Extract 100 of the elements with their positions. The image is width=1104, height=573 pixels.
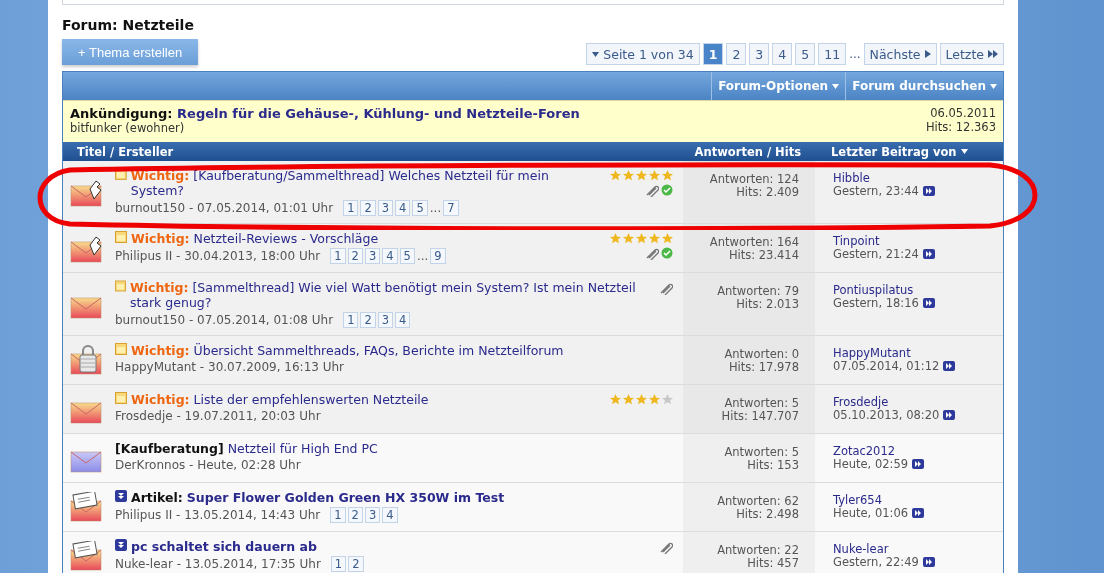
go-to-post-icon[interactable] [922, 249, 935, 259]
thread-title-link[interactable]: Artikel: Super Flower Golden Green HX 350W im Test [131, 490, 505, 505]
thread-title-link[interactable]: Wichtig: Netzteil-Reviews - Vorschläge [131, 231, 379, 246]
page-link[interactable]: 3 [364, 507, 381, 523]
star-icon [610, 394, 621, 405]
page-link[interactable]: 2 [726, 43, 747, 65]
star-icon [636, 170, 647, 181]
last-poster-link[interactable]: Pontiuspilatus [833, 284, 1003, 297]
reply-count: Antworten: 0 [723, 348, 799, 361]
page-link[interactable]: 11 [818, 43, 847, 65]
go-to-post-icon[interactable] [922, 298, 935, 308]
page-link[interactable]: 5 [399, 248, 415, 264]
go-to-post-icon[interactable] [912, 459, 925, 469]
reply-count: Antworten: 5 [723, 446, 799, 459]
caret-icon [990, 83, 997, 89]
announcement-link[interactable]: Regeln für die Gehäuse-, Kühlung- und Netzteile-Foren [177, 106, 580, 121]
go-to-post-icon[interactable] [922, 186, 935, 196]
page-jump-menu[interactable]: Seite 1 von 34 [586, 43, 700, 65]
announcement-author: bitfunker (ewohner) [70, 121, 186, 135]
announcement-date: 06.05.2011 [929, 106, 996, 120]
page-link[interactable]: 2 [347, 248, 363, 264]
page-link[interactable]: 3 [364, 248, 381, 264]
go-to-post-icon[interactable] [912, 508, 925, 518]
sticky-icon [115, 392, 127, 404]
thread-author-date: burnout150 - 07.05.2014, 01:01 Uhr [115, 201, 334, 215]
thread-title-link[interactable]: Wichtig: Übersicht Sammelthreads, FAQs, Berichte im Netzteilforum [131, 343, 564, 358]
caret-icon [592, 51, 600, 57]
page-link[interactable]: 4 [395, 312, 411, 328]
last-poster-link[interactable]: Hibble [833, 172, 1003, 185]
page-link[interactable]: 1 [330, 556, 347, 572]
reply-count: Antworten: 79 [716, 285, 799, 298]
page-link[interactable]: 9 [430, 248, 446, 264]
go-to-post-icon[interactable] [943, 361, 956, 371]
page-link[interactable]: 1 [343, 312, 359, 328]
last-post-column-header[interactable]: Letzter Beitrag von [815, 144, 1003, 159]
page-link[interactable]: 5 [795, 43, 816, 65]
page-link[interactable]: 2 [360, 312, 376, 328]
star-icon [662, 394, 673, 405]
page-link[interactable]: 4 [395, 200, 411, 216]
page-link[interactable]: 2 [360, 200, 376, 216]
star-icon [636, 233, 647, 244]
page-link[interactable]: 3 [377, 312, 394, 328]
page-gap: ... [416, 249, 429, 263]
page-link[interactable]: 3 [749, 43, 770, 65]
hit-count: Hits: 2.498 [735, 508, 799, 521]
star-icon [623, 233, 634, 244]
page-link[interactable]: 5 [412, 200, 428, 216]
star-icon [649, 233, 660, 244]
page-link[interactable]: 3 [377, 200, 394, 216]
thread-title-link[interactable]: pc schaltet sich dauern ab [131, 539, 317, 554]
page-link[interactable]: 1 [330, 507, 346, 523]
forum-title: Forum: Netzteile [62, 16, 195, 35]
next-page-link[interactable]: Nächste [863, 43, 937, 65]
title-column-header[interactable]: Titel / Ersteller [63, 144, 683, 159]
star-icon [623, 394, 634, 405]
thread-author-date: burnout150 - 07.05.2014, 01:08 Uhr [115, 313, 334, 327]
thread-author-date: Nuke-lear - 13.05.2014, 17:35 Uhr [115, 557, 321, 571]
reply-count: Antworten: 164 [708, 236, 799, 249]
last-post-time: Heute, 02:59 [833, 457, 909, 471]
hit-count: Hits: 23.414 [727, 249, 799, 262]
reply-count: Antworten: 5 [723, 397, 799, 410]
stats-column-header[interactable]: Antworten / Hits [683, 144, 815, 159]
last-poster-link[interactable]: HappyMutant [833, 347, 1003, 360]
last-page-link[interactable]: Letzte [939, 43, 1004, 65]
thread-title-link[interactable]: [Kaufberatung] Netzteil für High End PC [115, 441, 378, 456]
page-link[interactable]: 4 [772, 43, 793, 65]
thread-title-link[interactable]: Wichtig: Liste der empfehlenswerten Netzteile [131, 392, 429, 407]
last-poster-link[interactable]: Nuke-lear [833, 543, 1003, 556]
caret-icon [832, 83, 840, 89]
go-to-post-icon[interactable] [943, 410, 956, 420]
star-icon [610, 233, 621, 244]
page-link[interactable]: 4 [382, 248, 398, 264]
hit-count: Hits: 2.409 [735, 186, 799, 199]
page-gap: ... [849, 47, 861, 61]
thread-author-date: Frosdedje - 19.07.2011, 20:03 Uhr [115, 409, 321, 423]
page-link[interactable]: 2 [348, 556, 364, 572]
thread-author-date: HappyMutant - 30.07.2009, 16:13 Uhr [115, 360, 345, 374]
last-poster-link[interactable]: Frosdedje [833, 396, 1003, 409]
star-icon [610, 170, 621, 181]
page-gap: ... [429, 201, 442, 215]
double-arrow-icon [988, 50, 998, 58]
page-link[interactable]: 1 [343, 200, 359, 216]
last-poster-link[interactable]: Tinpoint [833, 235, 1003, 248]
thread-title-link[interactable]: Wichtig: [Kaufberatung/Sammelthread] Welches Netzteil für mein System? [130, 168, 595, 198]
star-icon [662, 170, 673, 181]
page-link[interactable]: 1 [330, 248, 346, 264]
page-link[interactable]: 4 [382, 507, 398, 523]
star-icon [636, 394, 647, 405]
last-poster-link[interactable]: Zotac2012 [833, 445, 1003, 458]
last-post-time: Gestern, 23:44 [833, 184, 919, 198]
go-to-post-icon[interactable] [922, 557, 935, 567]
page-link[interactable]: 1 [702, 43, 724, 65]
page-link[interactable]: 2 [347, 507, 363, 523]
thread-title-link[interactable]: Wichtig: [Sammelthread] Wie viel Watt benötigt mein System? Ist mein Netzteil stark genug? [129, 280, 667, 310]
hit-count: Hits: 2.013 [735, 298, 799, 311]
last-poster-link[interactable]: Tyler654 [833, 494, 1003, 507]
page-link[interactable]: 7 [443, 200, 459, 216]
reply-count: Antworten: 62 [716, 495, 799, 508]
star-icon [649, 394, 660, 405]
last-post-time: Gestern, 22:49 [833, 555, 919, 569]
